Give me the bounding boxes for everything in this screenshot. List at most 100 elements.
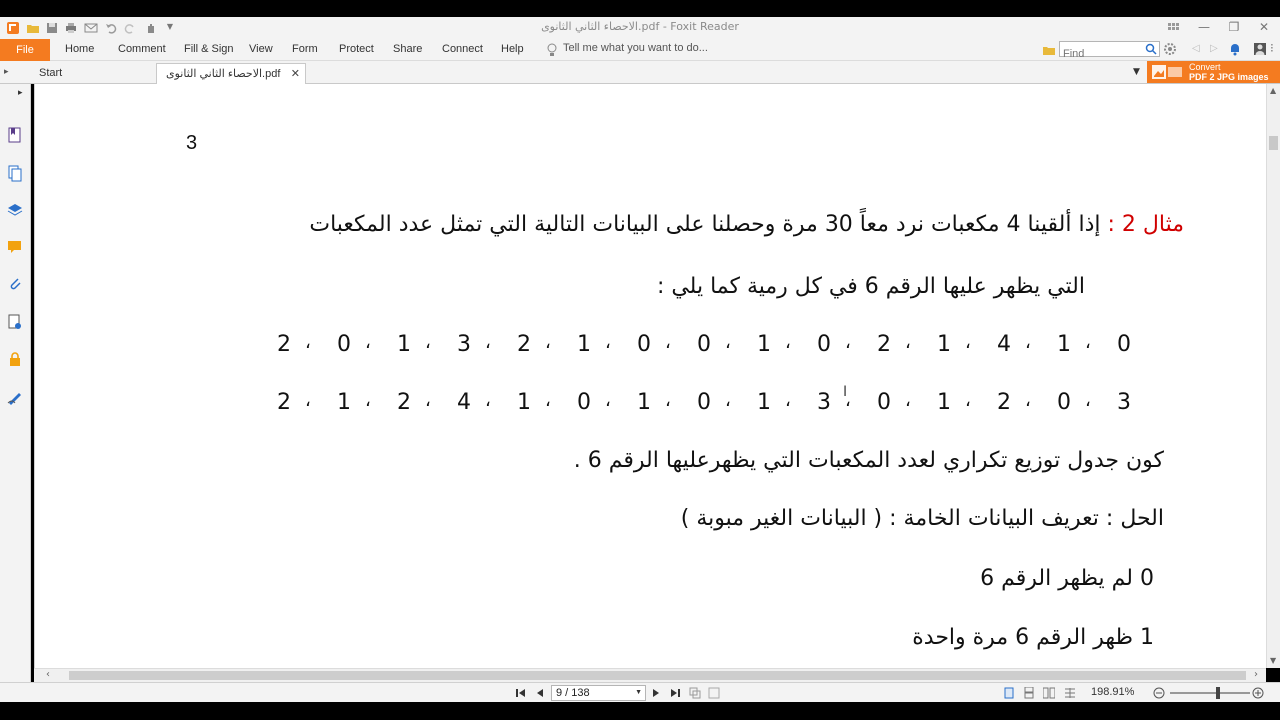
page-number-field[interactable]: 9 / 138 ▼ [551, 685, 646, 701]
page-number: 3 [186, 132, 198, 154]
zoom-slider-track[interactable] [1170, 692, 1250, 694]
scroll-down-arrow-icon[interactable]: ▼ [1270, 656, 1276, 665]
data-row-2-value: 3 [817, 390, 831, 415]
data-row-2-value: 4 [457, 390, 471, 415]
more-options-icon[interactable]: ⁝ [1270, 41, 1274, 55]
tab-start[interactable]: Start [20, 63, 155, 84]
definition-line-0: 0 لم يظهر الرقم 6 [980, 566, 1154, 591]
data-row-2-separator: ، [425, 390, 431, 411]
find-box[interactable] [1059, 41, 1160, 61]
vertical-scroll-thumb[interactable] [1269, 136, 1278, 150]
data-row-1-separator: ، [365, 332, 371, 353]
signature-icon[interactable] [6, 388, 24, 406]
horizontal-scrollbar[interactable]: ‹ › [34, 668, 1266, 682]
data-row-2-value: 2 [277, 390, 291, 415]
data-row-2-value: 1 [337, 390, 351, 415]
data-row-1-separator: ، [545, 332, 551, 353]
definition-line-1: 1 ظهر الرقم 6 مرة واحدة [912, 625, 1154, 650]
data-row-1-separator: ، [785, 332, 791, 353]
zoom-out-icon[interactable] [1153, 687, 1165, 699]
minimize-button[interactable]: — [1196, 20, 1212, 34]
document-tab-bar: ▸ Start الاحصاء الثاني الثانوى.pdf ✕ ▼ C… [0, 61, 1280, 84]
previous-page-icon[interactable] [534, 687, 546, 699]
layout-grid-icon[interactable] [1166, 21, 1180, 35]
menu-help[interactable]: Help [501, 43, 524, 55]
data-row-1-value: 0 [1117, 332, 1131, 357]
continuous-view-icon[interactable] [1023, 687, 1035, 699]
page-dropdown-icon[interactable]: ▼ [635, 686, 642, 700]
data-row-1-value: 0 [637, 332, 651, 357]
data-row-1-separator: ، [485, 332, 491, 353]
close-button[interactable]: ✕ [1256, 20, 1272, 34]
data-row-2-separator: ، [725, 390, 731, 411]
security-document-icon[interactable] [6, 313, 24, 331]
last-page-icon[interactable] [669, 687, 681, 699]
data-row-1-separator: ، [1025, 332, 1031, 353]
nav-back-icon[interactable]: ◁ [1192, 43, 1200, 54]
menu-comment[interactable]: Comment [118, 43, 166, 55]
menu-fill-sign[interactable]: Fill & Sign [184, 43, 234, 55]
data-row-2-separator: ، [545, 390, 551, 411]
zoom-slider-handle[interactable] [1216, 687, 1220, 699]
file-tab[interactable]: File [0, 39, 50, 61]
zoom-in-icon[interactable] [1252, 687, 1264, 699]
menu-form[interactable]: Form [292, 43, 318, 55]
pdf-document-view[interactable]: 3 مثال 2 : إذا ألقينا 4 مكعبات نرد معاً … [34, 84, 1266, 668]
next-page-icon[interactable] [650, 687, 662, 699]
close-tab-icon[interactable]: ✕ [291, 64, 300, 85]
tab-document[interactable]: الاحصاء الثاني الثانوى.pdf ✕ [156, 63, 306, 84]
tab-document-label: الاحصاء الثاني الثانوى.pdf [166, 68, 281, 80]
settings-gear-icon[interactable] [1163, 42, 1177, 56]
data-row-1-separator: ، [605, 332, 611, 353]
folder-search-icon[interactable] [1042, 43, 1056, 57]
first-page-icon[interactable] [515, 687, 527, 699]
search-icon[interactable] [1145, 43, 1157, 55]
data-row-1-value: 0 [817, 332, 831, 357]
convert-banner-line1: Convert [1189, 62, 1221, 72]
attachments-icon[interactable] [6, 275, 24, 293]
data-row-1-value: 4 [997, 332, 1011, 357]
menu-home[interactable]: Home [65, 43, 94, 55]
tell-me-search[interactable]: Tell me what you want to do... [563, 42, 708, 54]
restore-button[interactable]: ❐ [1226, 20, 1242, 34]
split-view-icon[interactable] [708, 687, 720, 699]
lock-icon[interactable] [6, 350, 24, 368]
user-account-icon[interactable] [1253, 42, 1267, 56]
page-thumbnails-icon[interactable] [6, 164, 24, 182]
data-row-1-value: 1 [937, 332, 951, 357]
data-row-2-separator: ، [365, 390, 371, 411]
tab-dropdown-icon[interactable]: ▼ [1133, 67, 1140, 77]
data-row-1-value: 0 [697, 332, 711, 357]
data-row-2-value: 2 [997, 390, 1011, 415]
data-row-2-separator: ، [965, 390, 971, 411]
nav-forward-icon[interactable]: ▷ [1210, 43, 1218, 54]
copy-view-icon[interactable] [689, 687, 701, 699]
continuous-facing-view-icon[interactable] [1064, 687, 1076, 699]
vertical-scrollbar[interactable]: ▲ ▼ [1266, 84, 1280, 668]
page-indicator: 9 / 138 [556, 687, 590, 699]
menu-connect[interactable]: Connect [442, 43, 483, 55]
find-input[interactable] [1060, 47, 1140, 61]
scroll-left-arrow-icon[interactable]: ‹ [46, 669, 50, 680]
bookmark-icon[interactable] [6, 126, 24, 144]
menu-view[interactable]: View [249, 43, 273, 55]
layers-icon[interactable] [6, 201, 24, 219]
scroll-up-arrow-icon[interactable]: ▲ [1270, 86, 1276, 95]
convert-ad-banner[interactable]: Convert PDF 2 JPG images [1147, 61, 1280, 83]
scroll-right-arrow-icon[interactable]: › [1254, 669, 1258, 680]
data-row-2-separator: ، [485, 390, 491, 411]
data-row-2-separator: ، [305, 390, 311, 411]
zoom-level[interactable]: 198.91% [1091, 686, 1134, 698]
expand-panel-icon[interactable]: ▸ [18, 88, 23, 98]
notification-bell-icon[interactable] [1228, 42, 1242, 56]
data-row-2-separator: ، [1085, 390, 1091, 411]
horizontal-scroll-thumb[interactable] [69, 671, 1246, 680]
tab-list-arrow-icon[interactable]: ▸ [4, 67, 9, 77]
facing-view-icon[interactable] [1043, 687, 1055, 699]
menu-protect[interactable]: Protect [339, 43, 374, 55]
comments-icon[interactable] [6, 238, 24, 256]
data-row-2-separator: ، [605, 390, 611, 411]
data-row-2-value: 1 [517, 390, 531, 415]
menu-share[interactable]: Share [393, 43, 422, 55]
single-page-view-icon[interactable] [1003, 687, 1015, 699]
